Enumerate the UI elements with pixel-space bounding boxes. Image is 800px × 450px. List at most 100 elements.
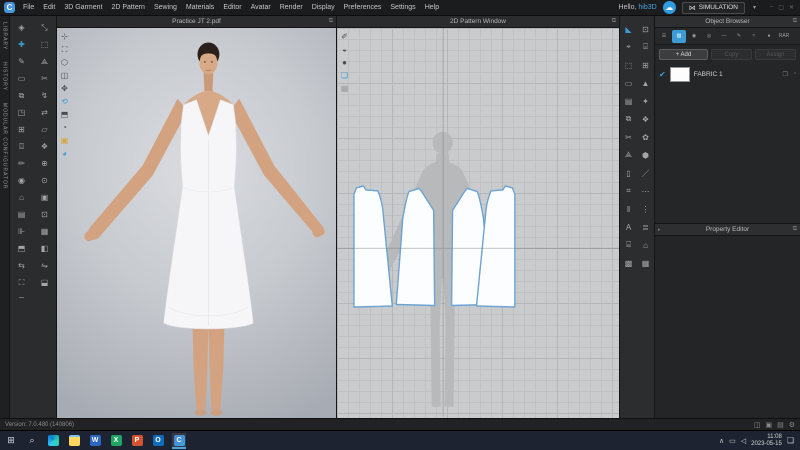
show-pins-icon[interactable]: ◔ [59, 122, 70, 133]
show-garment-icon[interactable]: ◫ [59, 70, 70, 81]
edit-pattern-2d-icon[interactable]: ✐ [339, 31, 350, 42]
layout-split-icon[interactable]: ◫ [754, 421, 761, 429]
popout-icon[interactable]: ⧉ [329, 18, 333, 25]
fit-tool-icon[interactable]: ⌔ [10, 291, 33, 308]
texture-editor-icon[interactable]: ▩ [620, 254, 637, 272]
menu-item[interactable]: File [23, 4, 34, 11]
trace-tool-icon[interactable]: ⧉ [10, 87, 33, 104]
mirror-icon[interactable]: ⌻ [637, 38, 654, 56]
internal-shape-icon[interactable]: ▤ [620, 92, 637, 110]
topstitch-icon[interactable]: ／ [637, 164, 654, 182]
layout-icon[interactable]: ⊞ [637, 56, 654, 74]
pen-tool-icon[interactable]: ✎ [10, 53, 33, 70]
clo-logo-icon[interactable]: C [4, 2, 15, 13]
search-icon[interactable]: ⌕ [25, 433, 39, 449]
menu-item[interactable]: 2D Pattern [111, 4, 144, 11]
grain-tool-icon[interactable]: ⊪ [10, 223, 33, 240]
copy-fabric-button[interactable]: Copy [711, 49, 752, 60]
pleat-tool-icon[interactable]: ▱ [33, 121, 56, 138]
stitch-list-icon[interactable]: ⋮ [637, 200, 654, 218]
rectangle-tool-icon[interactable]: ▭ [10, 70, 33, 87]
scene-tab-icon[interactable]: ☰ [657, 30, 671, 43]
show-fabric-icon[interactable]: ❏ [339, 70, 350, 81]
zoom-fit-icon[interactable]: ⛶ [59, 44, 70, 55]
notch-tool-icon[interactable]: ⌼ [10, 138, 33, 155]
render-style-icon[interactable]: ◕ [59, 148, 70, 159]
layout-2d-icon[interactable]: ▤ [777, 421, 784, 429]
trace-icon[interactable]: ⧉ [620, 110, 637, 128]
dock-tab[interactable]: HISTORY [2, 62, 8, 91]
menu-item[interactable]: 3D Garment [64, 4, 102, 11]
settings-gear-icon[interactable]: ⚙ [789, 421, 795, 429]
menu-item[interactable]: Sewing [154, 4, 177, 11]
button-tab-icon[interactable]: ◉ [687, 30, 701, 43]
edit-pattern-tool-icon[interactable]: ⬚ [33, 36, 56, 53]
show-avatar-icon[interactable]: ⬡ [59, 57, 70, 68]
pattern-piece-front-left[interactable] [396, 188, 434, 305]
layout-3d-icon[interactable]: ▣ [765, 421, 772, 429]
dart-icon[interactable]: ⟁ [620, 146, 637, 164]
powerpoint-icon[interactable]: P [130, 433, 144, 449]
pattern-annotation-icon[interactable]: ⌸ [620, 236, 637, 254]
measure-2d-icon[interactable]: ≣ [637, 218, 654, 236]
dock-tab[interactable]: MODULAR CONFIGURATOR [2, 103, 8, 189]
dart-tool-icon[interactable]: ◳ [10, 104, 33, 121]
grading-tool-icon[interactable]: ⊞ [10, 121, 33, 138]
explorer-icon[interactable] [67, 433, 81, 449]
sewing-tool-icon[interactable]: ✏ [10, 155, 33, 172]
topstitch-tab-icon[interactable]: — [717, 30, 731, 43]
light-icon[interactable]: ▣ [59, 135, 70, 146]
menu-item[interactable]: Display [312, 4, 335, 11]
measure-tool-icon[interactable]: ⌂ [10, 189, 33, 206]
colorway-tool-icon[interactable]: ⬓ [33, 274, 56, 291]
dark-mode-icon[interactable]: ● [339, 57, 350, 68]
tack-tool-icon[interactable]: ⊙ [33, 172, 56, 189]
restore-icon[interactable]: ▢ [778, 4, 784, 11]
edit-curvature-tool-icon[interactable]: ⤡ [33, 19, 56, 36]
show-silhouette-icon[interactable]: ◒ [339, 44, 350, 55]
edit-point-icon[interactable]: ⌖ [620, 38, 637, 56]
menu-item[interactable]: Editor [223, 4, 241, 11]
parallel-icon[interactable]: ‖ [620, 200, 637, 218]
transform-pattern-tool-icon[interactable]: ◈ [10, 19, 33, 36]
grid-toggle-icon[interactable]: ▦ [339, 83, 350, 94]
start-button[interactable]: ⊞ [4, 433, 18, 449]
basting-icon[interactable]: ⋯ [637, 182, 654, 200]
cloud-sync-icon[interactable]: ☁ [663, 1, 676, 14]
swap-tool-icon[interactable]: ⇆ [10, 257, 33, 274]
excel-icon[interactable]: X [109, 433, 123, 449]
print-layout-tool-icon[interactable]: ▤ [10, 206, 33, 223]
duplicate-icon[interactable]: ❐ [782, 71, 787, 78]
puckering-icon[interactable]: ✿ [637, 128, 654, 146]
dock-tab[interactable]: LIBRARY [2, 22, 8, 50]
polygon-icon[interactable]: ▭ [620, 74, 637, 92]
close-icon[interactable]: ✕ [789, 4, 794, 11]
notification-center-icon[interactable]: ❏ [787, 436, 794, 445]
garment-tool-icon[interactable]: ⛶ [10, 274, 33, 291]
puckering-tab-icon[interactable]: ≈ [747, 30, 761, 43]
seam-rip-tool-icon[interactable]: ↯ [33, 87, 56, 104]
baseline-tool-icon[interactable]: ⊡ [33, 206, 56, 223]
popout-icon[interactable]: ⧉ [793, 226, 797, 233]
edge-icon[interactable] [46, 433, 60, 449]
grading-icon[interactable]: ⌗ [620, 182, 637, 200]
trim-tab-icon[interactable]: ● [762, 30, 776, 43]
flip-tool-icon[interactable]: ⇄ [33, 104, 56, 121]
popout-icon[interactable]: ⧉ [612, 18, 616, 25]
rar-tab[interactable]: RAR [777, 30, 791, 43]
buttonhole-icon[interactable]: ⬢ [637, 146, 654, 164]
menu-item[interactable]: Settings [390, 4, 415, 11]
add-point-tool-icon[interactable]: ✚ [10, 36, 33, 53]
seam-allowance-icon[interactable]: ▯ [620, 164, 637, 182]
menu-item[interactable]: Materials [186, 4, 214, 11]
fabric-list-item[interactable]: ✔ FABRIC 1 ❐ ▫ [655, 63, 800, 85]
edit-curve-icon[interactable]: ⬚ [620, 56, 637, 74]
menu-item[interactable]: Avatar [251, 4, 271, 11]
word-icon[interactable]: W [88, 433, 102, 449]
show-seams-icon[interactable]: ⬒ [59, 109, 70, 120]
simulation-button[interactable]: ⋈ SIMULATION [682, 2, 745, 14]
taskbar-clock[interactable]: 11:08 2023-05-15 [751, 434, 782, 448]
unfold-icon[interactable]: ⊡ [637, 20, 654, 38]
simulation-dropdown-caret[interactable]: ▾ [751, 4, 758, 11]
reset-view-icon[interactable]: ⟲ [59, 96, 70, 107]
